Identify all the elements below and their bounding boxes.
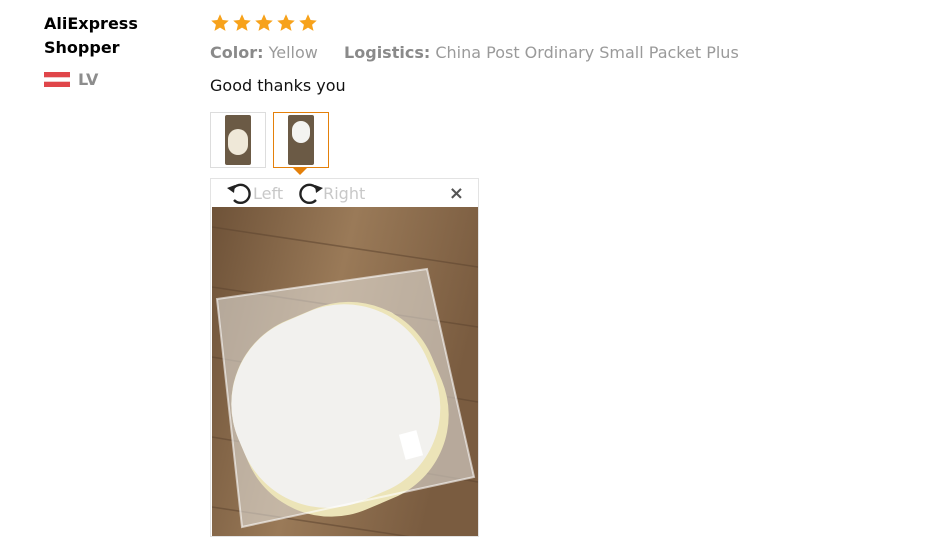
star-icon [211, 14, 229, 31]
rotate-right-label: Right [323, 183, 366, 203]
star-rating [210, 12, 910, 34]
star-icon [277, 14, 295, 31]
viewer-toolbar: Left Right × [211, 179, 478, 207]
logistics-label: Logistics: [344, 43, 431, 62]
country-code: LV [78, 70, 99, 89]
color-value: Yellow [268, 43, 318, 62]
star-icon [299, 14, 317, 31]
selected-thumbnail-pointer [292, 167, 308, 175]
color-label: Color: [210, 43, 264, 62]
rotate-right-icon [299, 183, 324, 205]
star-icon [255, 14, 273, 31]
close-viewer-button[interactable]: × [449, 185, 464, 203]
star-icon [233, 14, 251, 31]
review-text: Good thanks you [210, 76, 346, 95]
reviewer-country: LV [44, 70, 194, 89]
photo-thumbnail-selected[interactable] [273, 112, 329, 168]
rotate-right-button[interactable]: Right [295, 180, 365, 206]
photo-thumbnail[interactable] [210, 112, 266, 168]
rotate-left-label: Left [253, 183, 284, 203]
reviewer-name: AliExpress Shopper [44, 14, 138, 57]
thumbnail-image [225, 115, 251, 165]
logistics-value: China Post Ordinary Small Packet Plus [435, 43, 739, 62]
order-attributes: Color: Yellow Logistics: China Post Ordi… [210, 42, 910, 64]
rotate-left-icon [227, 183, 251, 205]
thumbnail-image [288, 115, 314, 165]
review-body: Color: Yellow Logistics: China Post Ordi… [210, 12, 910, 97]
latvia-flag-icon [44, 71, 70, 88]
rotate-left-button[interactable]: Left [225, 180, 283, 206]
reviewer-info: AliExpress Shopper LV [44, 12, 194, 89]
review-photo [212, 207, 478, 536]
photo-viewer: Left Right × [210, 178, 479, 537]
photo-thumbnails [210, 112, 329, 168]
